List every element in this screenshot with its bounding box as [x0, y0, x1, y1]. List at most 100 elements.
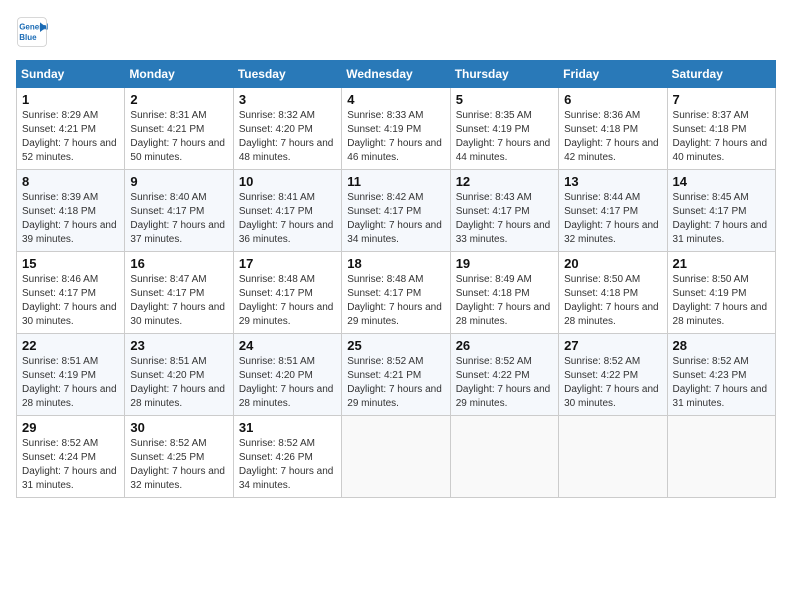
- day-number: 4: [347, 92, 444, 107]
- cell-details: Sunrise: 8:35 AMSunset: 4:19 PMDaylight:…: [456, 109, 553, 165]
- day-number: 23: [130, 338, 227, 353]
- calendar-cell: 7 Sunrise: 8:37 AMSunset: 4:18 PMDaylight…: [667, 88, 775, 170]
- day-number: 11: [347, 174, 444, 189]
- calendar-cell: 31 Sunrise: 8:52 AMSunset: 4:26 PMDayligh…: [233, 416, 341, 498]
- calendar-cell: 26Sunrise: 8:52 AMSunset: 4:22 PMDayligh…: [450, 334, 558, 416]
- calendar-cell: 16 Sunrise: 8:47 AMSunset: 4:17 PMDayligh…: [125, 252, 233, 334]
- calendar-cell: 13 Sunrise: 8:44 AMSunset: 4:17 PMDayligh…: [559, 170, 667, 252]
- day-number: 21: [673, 256, 770, 271]
- calendar-cell: 21 Sunrise: 8:50 AMSunset: 4:19 PMDayligh…: [667, 252, 775, 334]
- calendar-cell: 3 Sunrise: 8:32 AMSunset: 4:20 PMDaylight…: [233, 88, 341, 170]
- day-number: 15: [22, 256, 119, 271]
- day-number: 31: [239, 420, 336, 435]
- cell-details: Sunrise: 8:52 AMSunset: 4:22 PMDaylight:…: [456, 355, 553, 411]
- cell-details: Sunrise: 8:52 AMSunset: 4:23 PMDaylight:…: [673, 355, 770, 411]
- cell-details: Sunrise: 8:52 AMSunset: 4:24 PMDaylight:…: [22, 437, 119, 493]
- calendar-cell: 1Sunrise: 8:29 AMSunset: 4:21 PMDaylight…: [17, 88, 125, 170]
- calendar-cell: 5Sunrise: 8:35 AMSunset: 4:19 PMDaylight…: [450, 88, 558, 170]
- cell-details: Sunrise: 8:47 AMSunset: 4:17 PMDaylight:…: [130, 273, 227, 329]
- cell-details: Sunrise: 8:44 AMSunset: 4:17 PMDaylight:…: [564, 191, 661, 247]
- calendar-header-row: SundayMondayTuesdayWednesdayThursdayFrid…: [17, 61, 776, 88]
- calendar-cell: 27 Sunrise: 8:52 AMSunset: 4:22 PMDayligh…: [559, 334, 667, 416]
- day-number: 25: [347, 338, 444, 353]
- week-row-4: 22Sunrise: 8:51 AMSunset: 4:19 PMDayligh…: [17, 334, 776, 416]
- cell-details: Sunrise: 8:48 AMSunset: 4:17 PMDaylight:…: [347, 273, 444, 329]
- cell-details: Sunrise: 8:48 AMSunset: 4:17 PMDaylight:…: [239, 273, 336, 329]
- calendar-cell: 14 Sunrise: 8:45 AMSunset: 4:17 PMDayligh…: [667, 170, 775, 252]
- calendar-cell: 11 Sunrise: 8:42 AMSunset: 4:17 PMDayligh…: [342, 170, 450, 252]
- calendar-cell: 30 Sunrise: 8:52 AMSunset: 4:25 PMDayligh…: [125, 416, 233, 498]
- calendar-cell: 17 Sunrise: 8:48 AMSunset: 4:17 PMDayligh…: [233, 252, 341, 334]
- svg-text:Blue: Blue: [19, 33, 37, 42]
- cell-details: Sunrise: 8:52 AMSunset: 4:21 PMDaylight:…: [347, 355, 444, 411]
- calendar-cell: 12 Sunrise: 8:43 AMSunset: 4:17 PMDayligh…: [450, 170, 558, 252]
- cell-details: Sunrise: 8:41 AMSunset: 4:17 PMDaylight:…: [239, 191, 336, 247]
- col-header-saturday: Saturday: [667, 61, 775, 88]
- cell-details: Sunrise: 8:37 AMSunset: 4:18 PMDaylight:…: [673, 109, 770, 165]
- page-header: General Blue: [16, 16, 776, 48]
- cell-details: Sunrise: 8:42 AMSunset: 4:17 PMDaylight:…: [347, 191, 444, 247]
- cell-details: Sunrise: 8:33 AMSunset: 4:19 PMDaylight:…: [347, 109, 444, 165]
- calendar-cell: 24 Sunrise: 8:51 AMSunset: 4:20 PMDayligh…: [233, 334, 341, 416]
- day-number: 20: [564, 256, 661, 271]
- calendar-cell: 29Sunrise: 8:52 AMSunset: 4:24 PMDayligh…: [17, 416, 125, 498]
- calendar-cell: 9 Sunrise: 8:40 AMSunset: 4:17 PMDaylight…: [125, 170, 233, 252]
- week-row-5: 29Sunrise: 8:52 AMSunset: 4:24 PMDayligh…: [17, 416, 776, 498]
- cell-details: Sunrise: 8:36 AMSunset: 4:18 PMDaylight:…: [564, 109, 661, 165]
- cell-details: Sunrise: 8:32 AMSunset: 4:20 PMDaylight:…: [239, 109, 336, 165]
- calendar-cell: [667, 416, 775, 498]
- day-number: 24: [239, 338, 336, 353]
- day-number: 30: [130, 420, 227, 435]
- day-number: 14: [673, 174, 770, 189]
- cell-details: Sunrise: 8:29 AMSunset: 4:21 PMDaylight:…: [22, 109, 119, 165]
- day-number: 16: [130, 256, 227, 271]
- cell-details: Sunrise: 8:52 AMSunset: 4:25 PMDaylight:…: [130, 437, 227, 493]
- day-number: 2: [130, 92, 227, 107]
- day-number: 12: [456, 174, 553, 189]
- day-number: 17: [239, 256, 336, 271]
- cell-details: Sunrise: 8:46 AMSunset: 4:17 PMDaylight:…: [22, 273, 119, 329]
- logo-icon: General Blue: [16, 16, 48, 48]
- cell-details: Sunrise: 8:43 AMSunset: 4:17 PMDaylight:…: [456, 191, 553, 247]
- cell-details: Sunrise: 8:52 AMSunset: 4:26 PMDaylight:…: [239, 437, 336, 493]
- calendar-cell: 19 Sunrise: 8:49 AMSunset: 4:18 PMDayligh…: [450, 252, 558, 334]
- col-header-monday: Monday: [125, 61, 233, 88]
- calendar-cell: 4 Sunrise: 8:33 AMSunset: 4:19 PMDaylight…: [342, 88, 450, 170]
- day-number: 28: [673, 338, 770, 353]
- week-row-3: 15 Sunrise: 8:46 AMSunset: 4:17 PMDayligh…: [17, 252, 776, 334]
- cell-details: Sunrise: 8:52 AMSunset: 4:22 PMDaylight:…: [564, 355, 661, 411]
- calendar-table: SundayMondayTuesdayWednesdayThursdayFrid…: [16, 60, 776, 498]
- cell-details: Sunrise: 8:49 AMSunset: 4:18 PMDaylight:…: [456, 273, 553, 329]
- calendar-cell: 20Sunrise: 8:50 AMSunset: 4:18 PMDayligh…: [559, 252, 667, 334]
- day-number: 27: [564, 338, 661, 353]
- col-header-thursday: Thursday: [450, 61, 558, 88]
- week-row-2: 8 Sunrise: 8:39 AMSunset: 4:18 PMDaylight…: [17, 170, 776, 252]
- cell-details: Sunrise: 8:45 AMSunset: 4:17 PMDaylight:…: [673, 191, 770, 247]
- calendar-cell: 18Sunrise: 8:48 AMSunset: 4:17 PMDayligh…: [342, 252, 450, 334]
- calendar-cell: [342, 416, 450, 498]
- day-number: 7: [673, 92, 770, 107]
- day-number: 19: [456, 256, 553, 271]
- day-number: 9: [130, 174, 227, 189]
- cell-details: Sunrise: 8:39 AMSunset: 4:18 PMDaylight:…: [22, 191, 119, 247]
- calendar-cell: 15 Sunrise: 8:46 AMSunset: 4:17 PMDayligh…: [17, 252, 125, 334]
- day-number: 3: [239, 92, 336, 107]
- calendar-cell: 10 Sunrise: 8:41 AMSunset: 4:17 PMDayligh…: [233, 170, 341, 252]
- calendar-cell: 25 Sunrise: 8:52 AMSunset: 4:21 PMDayligh…: [342, 334, 450, 416]
- week-row-1: 1Sunrise: 8:29 AMSunset: 4:21 PMDaylight…: [17, 88, 776, 170]
- cell-details: Sunrise: 8:51 AMSunset: 4:20 PMDaylight:…: [130, 355, 227, 411]
- calendar-cell: [559, 416, 667, 498]
- cell-details: Sunrise: 8:51 AMSunset: 4:20 PMDaylight:…: [239, 355, 336, 411]
- calendar-cell: 6Sunrise: 8:36 AMSunset: 4:18 PMDaylight…: [559, 88, 667, 170]
- cell-details: Sunrise: 8:50 AMSunset: 4:19 PMDaylight:…: [673, 273, 770, 329]
- cell-details: Sunrise: 8:40 AMSunset: 4:17 PMDaylight:…: [130, 191, 227, 247]
- calendar-cell: 2 Sunrise: 8:31 AMSunset: 4:21 PMDaylight…: [125, 88, 233, 170]
- calendar-cell: 28 Sunrise: 8:52 AMSunset: 4:23 PMDayligh…: [667, 334, 775, 416]
- day-number: 13: [564, 174, 661, 189]
- cell-details: Sunrise: 8:31 AMSunset: 4:21 PMDaylight:…: [130, 109, 227, 165]
- day-number: 10: [239, 174, 336, 189]
- day-number: 8: [22, 174, 119, 189]
- calendar-cell: 8 Sunrise: 8:39 AMSunset: 4:18 PMDaylight…: [17, 170, 125, 252]
- col-header-friday: Friday: [559, 61, 667, 88]
- calendar-cell: 22Sunrise: 8:51 AMSunset: 4:19 PMDayligh…: [17, 334, 125, 416]
